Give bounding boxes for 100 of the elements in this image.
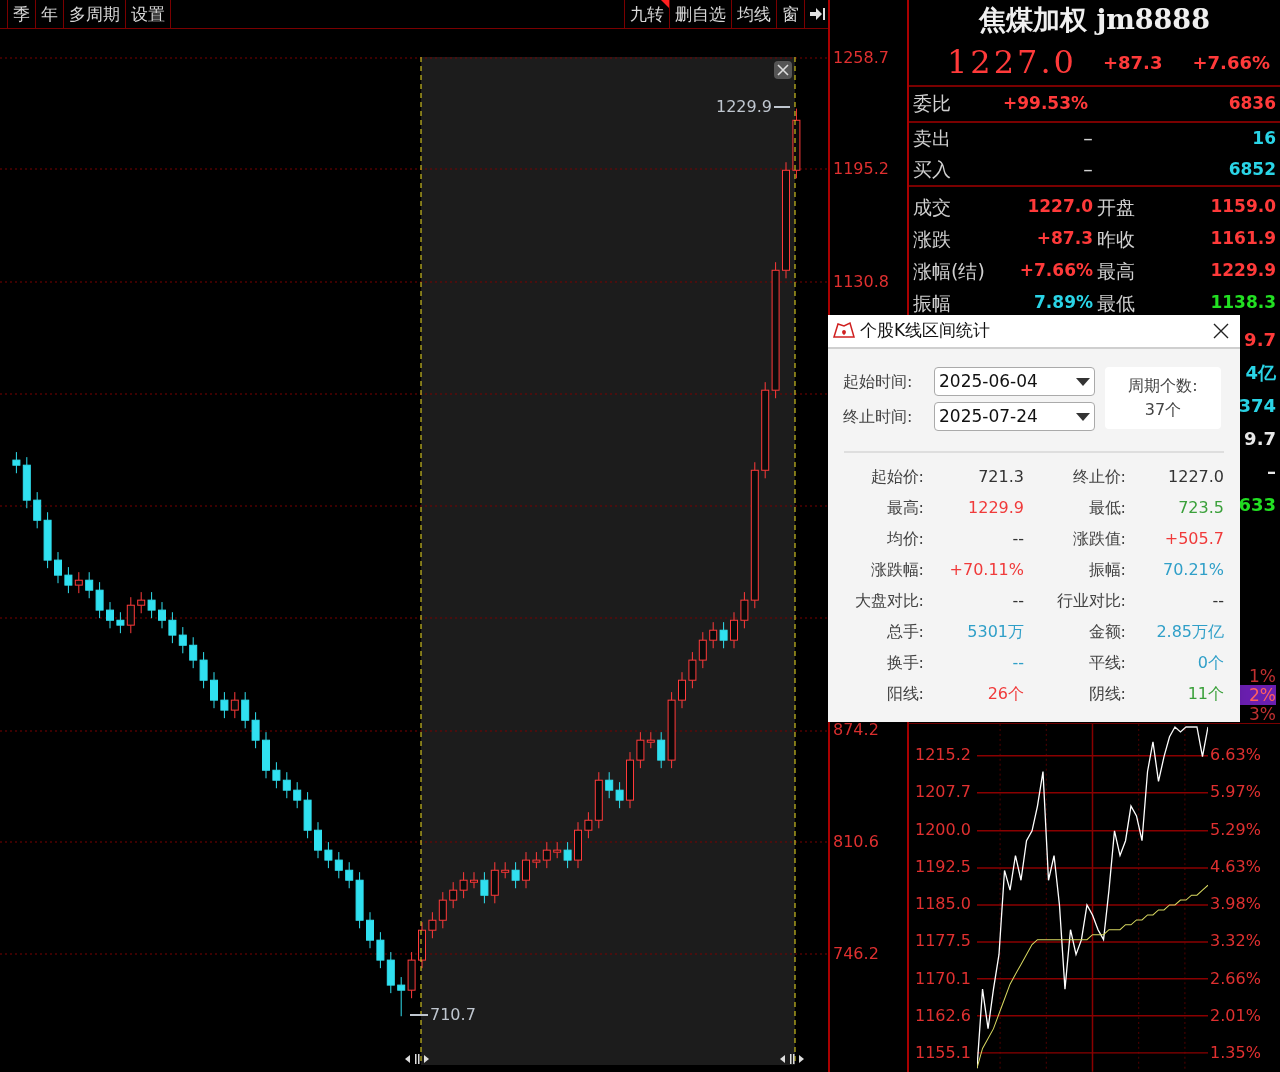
fan-logo-icon <box>832 321 856 341</box>
price-axis-label: 1207.7 <box>914 781 971 804</box>
candlestick <box>574 821 582 869</box>
price-axis-label: 810.6 <box>833 830 879 853</box>
row-label: 买入 <box>913 157 952 183</box>
stat-label: 阴线: <box>1087 682 1126 705</box>
row-label: 最低 <box>1097 290 1135 316</box>
candlestick <box>678 671 686 709</box>
toolbar-button[interactable]: 删自选 <box>669 0 731 28</box>
row-label: 委比 <box>913 91 952 117</box>
stat-label: 金额: <box>1087 620 1126 643</box>
stat-label: 涨跌值: <box>1071 527 1126 550</box>
toolbar-tab[interactable]: 多周期 <box>64 0 126 28</box>
stat-value: 1229.9 <box>967 496 1024 519</box>
order-price: – <box>1082 157 1094 183</box>
toolbar-button[interactable]: 窗 <box>776 0 804 28</box>
row-label: 昨收 <box>1097 226 1135 252</box>
order-volume: 16 <box>1252 126 1276 150</box>
candlestick <box>106 601 114 629</box>
stat-value: 1138.3 <box>1210 291 1276 315</box>
quote-value: 633 <box>1238 493 1276 518</box>
percent-axis-label: 4.63% <box>1209 855 1261 878</box>
price-axis-label: 874.2 <box>833 719 879 742</box>
quote-value: 374 <box>1238 394 1276 419</box>
candlestick <box>314 821 322 859</box>
stat-value: +70.11% <box>948 558 1024 581</box>
close-button[interactable] <box>774 61 792 79</box>
percent-axis-label: 2.01% <box>1209 1005 1261 1028</box>
stat-value: +7.66% <box>1018 259 1093 283</box>
price-axis-label: 1195.2 <box>833 158 889 181</box>
range-handle-icon[interactable] <box>779 1053 805 1065</box>
price-change: +87.3 <box>1102 50 1163 75</box>
price-axis-label: 1177.5 <box>914 930 971 953</box>
count-value: 37个 <box>1144 399 1182 421</box>
stat-value: -- <box>1011 527 1024 550</box>
toolbar-button[interactable]: 均线 <box>731 0 776 28</box>
range-handle-icon[interactable] <box>404 1053 430 1065</box>
row-label: 最高 <box>1097 258 1135 284</box>
row-label: 卖出 <box>913 126 952 152</box>
toolbar-tab[interactable]: 设置 <box>126 0 171 28</box>
order-volume: 6852 <box>1228 157 1276 181</box>
stat-label: 最高: <box>885 496 924 519</box>
candlestick <box>210 671 218 709</box>
arrow-to-bar-icon[interactable] <box>804 0 828 28</box>
price-axis-label: 1155.1 <box>914 1042 971 1065</box>
stat-value: 26个 <box>986 682 1024 705</box>
toolbar-button[interactable]: 九转 <box>624 0 669 28</box>
stat-value: 5301万 <box>966 620 1024 643</box>
stat-value: -- <box>1011 589 1024 612</box>
price-axis-label: 1215.2 <box>914 744 971 766</box>
stat-value: 70.21% <box>1162 558 1224 581</box>
contract-title: 焦煤加权 jm8888 <box>979 6 1210 34</box>
percent-value: 3% <box>1248 705 1276 724</box>
stat-label: 总手: <box>885 620 924 643</box>
stat-value: 1227.0 <box>1026 195 1093 219</box>
stat-label: 均价: <box>885 527 924 550</box>
percent-axis-label: 1.35% <box>1209 1042 1261 1065</box>
price-axis-label: 1130.8 <box>833 270 889 293</box>
stat-label: 涨跌幅: <box>869 558 924 581</box>
candlestick <box>626 751 634 809</box>
count-label: 周期个数: <box>1128 375 1198 397</box>
high-price-label: 1229.9 <box>716 96 772 118</box>
stat-value: 721.3 <box>977 465 1024 488</box>
stat-label: 大盘对比: <box>853 589 924 612</box>
quote-value: 4亿 <box>1245 361 1276 386</box>
price-axis-label: 1192.5 <box>914 855 971 878</box>
stat-value: 1159.0 <box>1210 195 1276 219</box>
candlestick <box>522 851 530 889</box>
toolbar-tab[interactable]: 季 <box>8 0 36 28</box>
percent-axis-label: 2.66% <box>1209 967 1261 990</box>
price-axis-label: 1185.0 <box>914 893 971 916</box>
stat-value: 2.85万亿 <box>1155 620 1224 643</box>
percent-axis-label: 5.29% <box>1209 818 1261 841</box>
low-price-label: 710.7 <box>430 1004 476 1026</box>
stat-value: 11个 <box>1186 682 1224 705</box>
date-dropdown[interactable]: 2025-07-24 <box>934 402 1095 431</box>
caret-icon <box>1076 412 1090 421</box>
price-axis-label: 1162.6 <box>914 1005 971 1028</box>
price-axis-label: 1258.7 <box>833 47 889 70</box>
row-label: 成交 <box>913 194 952 220</box>
percent-axis-label: 5.97% <box>1209 781 1261 804</box>
row-label: 涨跌 <box>913 226 952 252</box>
candlestick <box>782 161 790 279</box>
stat-label: 行业对比: <box>1055 589 1126 612</box>
candlestick <box>366 911 374 949</box>
stat-label: 终止价: <box>1071 465 1126 488</box>
stat-label: 振幅: <box>1087 558 1126 581</box>
percent-axis-label: 3.98% <box>1209 893 1261 916</box>
quote-value: 9.7 <box>1244 328 1276 353</box>
ratio-value: +99.53% <box>1003 91 1089 115</box>
ratio-volume: 6836 <box>1228 91 1276 115</box>
price-change-percent: +7.66% <box>1192 50 1270 75</box>
toolbar-tab[interactable]: 年 <box>36 0 64 28</box>
quote-value: – <box>1267 460 1276 485</box>
date-dropdown[interactable]: 2025-06-04 <box>934 367 1095 396</box>
stat-value: 7.89% <box>1033 291 1093 315</box>
field-label: 起始时间: <box>843 370 914 393</box>
stat-label: 起始价: <box>869 465 924 488</box>
stat-value: +87.3 <box>1035 227 1093 251</box>
stat-label: 最低: <box>1087 496 1126 519</box>
